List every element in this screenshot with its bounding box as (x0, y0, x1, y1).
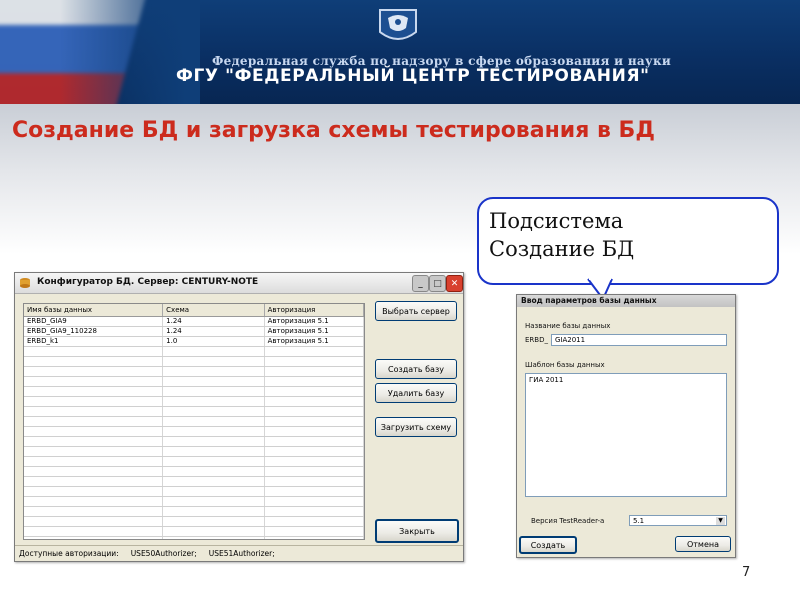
empty-table-row (24, 537, 364, 539)
empty-table-row (24, 387, 364, 397)
database-icon (20, 278, 30, 288)
empty-table-row (24, 407, 364, 417)
create-button[interactable]: Создать (519, 536, 577, 554)
close-button[interactable]: Закрыть (375, 519, 459, 543)
template-label: Шаблон базы данных (525, 361, 605, 369)
version-label: Версия TestReader-a (531, 517, 605, 525)
empty-table-row (24, 447, 364, 457)
empty-table-row (24, 467, 364, 477)
empty-table-row (24, 517, 364, 527)
empty-table-row (24, 487, 364, 497)
empty-table-row (24, 477, 364, 487)
table-row[interactable]: ERBD_GIA9_110228 1.24 Авторизация 5.1 (24, 327, 364, 337)
version-select[interactable]: 5.1 ▼ (629, 515, 727, 526)
empty-table-row (24, 347, 364, 357)
load-schema-button[interactable]: Загрузить схему (375, 417, 457, 437)
empty-table-row (24, 427, 364, 437)
dialog-titlebar[interactable]: Ввод параметров базы данных (517, 295, 735, 307)
delete-db-button[interactable]: Удалить базу (375, 383, 457, 403)
create-db-button[interactable]: Создать базу (375, 359, 457, 379)
template-textarea[interactable]: ГИА 2011 (525, 373, 727, 497)
minimize-button[interactable]: _ (412, 275, 429, 292)
column-header-name[interactable]: Имя базы данных (24, 304, 164, 316)
empty-table-row (24, 397, 364, 407)
close-icon: ✕ (450, 278, 459, 289)
dialog-title: Ввод параметров базы данных (521, 296, 657, 305)
column-header-auth[interactable]: Авторизация (265, 304, 364, 316)
empty-rows (24, 347, 364, 539)
empty-table-row (24, 367, 364, 377)
status-label: Доступные авторизации: (19, 549, 119, 558)
configurator-window: Конфигуратор БД. Сервер: CENTURY-NOTE _ … (14, 272, 464, 562)
chevron-down-icon[interactable]: ▼ (716, 517, 725, 525)
status-auth-1: USE50Authorizer; (130, 549, 197, 558)
table-row[interactable]: ERBD_k1 1.0 Авторизация 5.1 (24, 337, 364, 347)
db-name-label: Название базы данных (525, 322, 611, 330)
table-header: Имя базы данных Схема Авторизация (24, 304, 364, 317)
db-params-dialog: Ввод параметров базы данных Название баз… (516, 294, 736, 558)
cancel-button[interactable]: Отмена (675, 536, 731, 552)
maximize-button[interactable]: □ (429, 275, 446, 292)
configurator-title: Конфигуратор БД. Сервер: CENTURY-NOTE (37, 277, 259, 287)
column-header-schema[interactable]: Схема (163, 304, 265, 316)
maximize-icon: □ (433, 278, 442, 289)
db-name-input[interactable]: GIA2011 (551, 334, 727, 346)
select-server-button[interactable]: Выбрать сервер (375, 301, 457, 321)
minimize-icon: _ (418, 278, 423, 289)
empty-table-row (24, 357, 364, 367)
configurator-titlebar[interactable]: Конфигуратор БД. Сервер: CENTURY-NOTE _ … (15, 273, 463, 294)
empty-table-row (24, 377, 364, 387)
empty-table-row (24, 457, 364, 467)
status-bar: Доступные авторизации: USE50Authorizer; … (15, 545, 463, 561)
close-window-button[interactable]: ✕ (446, 275, 463, 292)
table-row[interactable]: ERBD_GIA9 1.24 Авторизация 5.1 (24, 317, 364, 327)
db-prefix-label: ERBD_ (525, 336, 548, 344)
page-number: 7 (742, 565, 751, 580)
empty-table-row (24, 507, 364, 517)
empty-table-row (24, 437, 364, 447)
databases-table[interactable]: Имя базы данных Схема Авторизация ERBD_G… (23, 303, 365, 540)
empty-table-row (24, 497, 364, 507)
empty-table-row (24, 417, 364, 427)
empty-table-row (24, 527, 364, 537)
status-auth-2: USE51Authorizer; (208, 549, 275, 558)
